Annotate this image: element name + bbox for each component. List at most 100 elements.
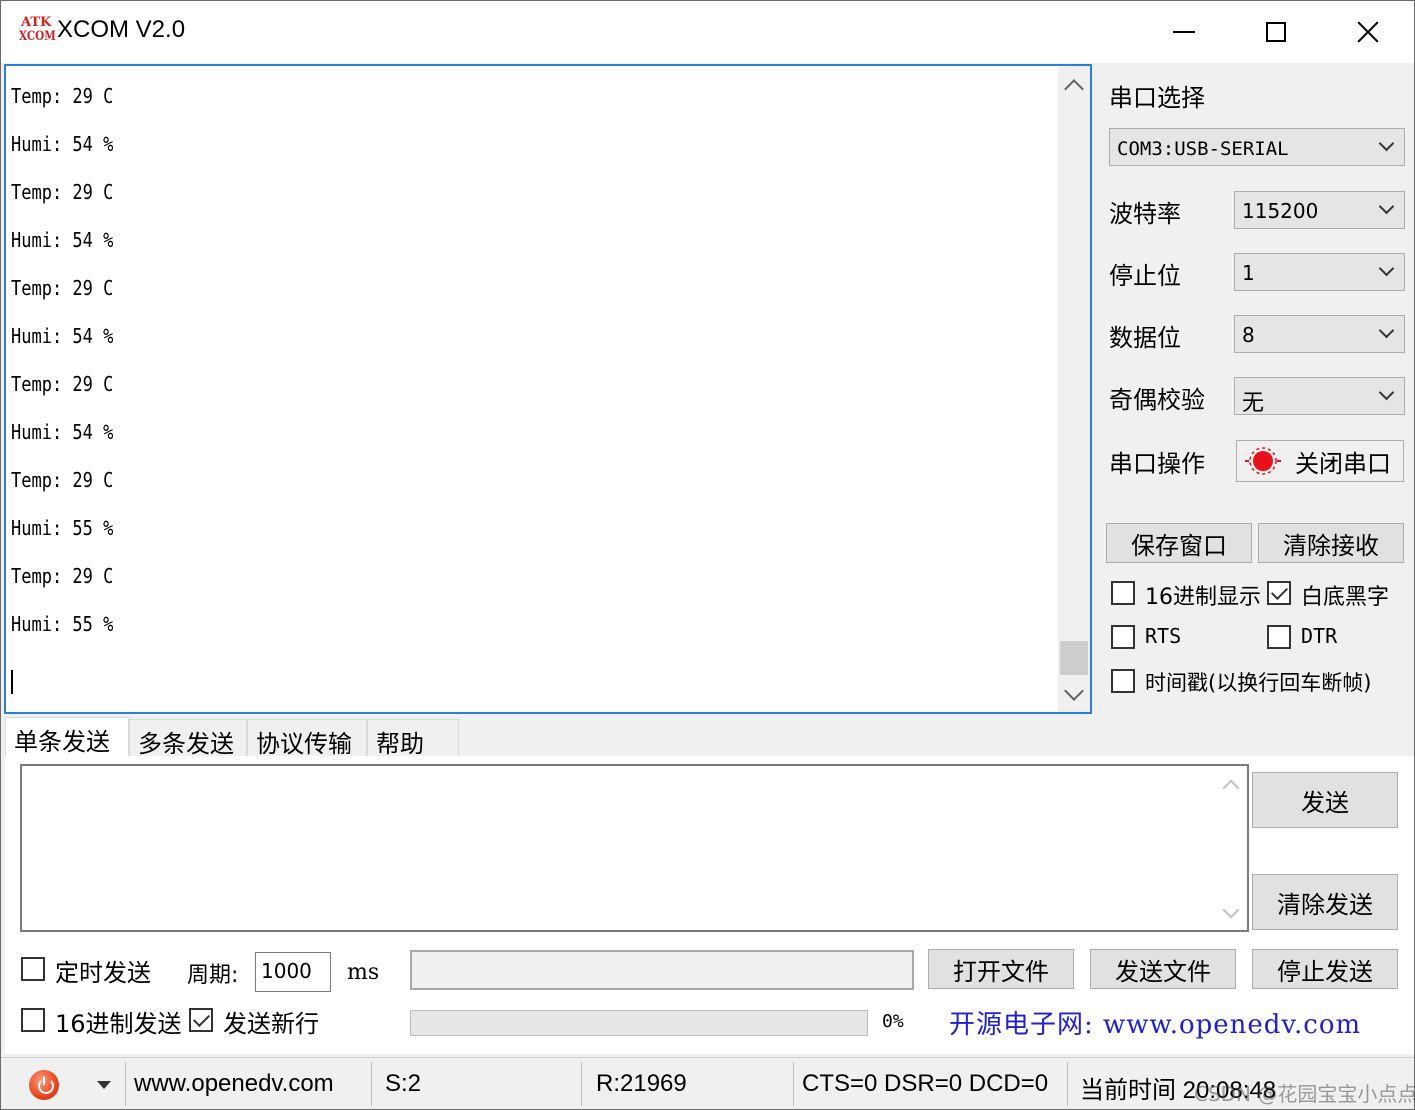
send-input[interactable] <box>20 764 1249 932</box>
status-separator <box>1067 1062 1068 1106</box>
send-progress-bar <box>410 1010 868 1036</box>
tab-multi-send[interactable]: 多条发送 <box>129 719 247 758</box>
receive-line: Humi: 54 % <box>11 420 114 444</box>
status-separator <box>125 1062 126 1106</box>
send-panel: 发送 清除发送 定时发送 周期: 1000 ms 打开文件 发送文件 停止发送 … <box>5 756 1414 1054</box>
status-separator <box>371 1062 372 1106</box>
hex-send-label: 16进制发送 <box>55 1010 182 1038</box>
receive-area[interactable]: Temp: 29 C Humi: 54 % Temp: 29 C Humi: 5… <box>4 64 1092 714</box>
xcom-logo-icon: ATK XCOM <box>19 15 56 47</box>
status-website-link[interactable]: www.openedv.com <box>134 1070 334 1098</box>
open-file-button[interactable]: 打开文件 <box>928 949 1074 989</box>
receive-line: Humi: 55 % <box>11 516 114 540</box>
window-title: XCOM V2.0 <box>57 16 186 43</box>
scrollbar-thumb[interactable] <box>1060 641 1088 675</box>
send-button[interactable]: 发送 <box>1252 772 1398 828</box>
rts-checkbox[interactable] <box>1111 625 1135 649</box>
tab-protocol[interactable]: 协议传输 <box>247 719 367 758</box>
port-select[interactable]: COM3:USB-SERIAL <box>1109 128 1405 166</box>
stop-bits-value: 1 <box>1242 261 1255 285</box>
port-select-label: 串口选择 <box>1109 84 1205 112</box>
close-icon <box>1356 20 1380 44</box>
clear-receive-button[interactable]: 清除接收 <box>1258 523 1404 563</box>
hex-display-label: 16进制显示 <box>1145 585 1261 610</box>
port-status-led-icon <box>1245 447 1281 475</box>
receive-line: Humi: 54 % <box>11 324 114 348</box>
white-black-label: 白底黑字 <box>1301 585 1390 610</box>
maximize-button[interactable] <box>1230 1 1322 63</box>
maximize-icon <box>1266 22 1286 42</box>
timestamp-checkbox[interactable] <box>1111 669 1135 693</box>
chevron-down-icon <box>1378 260 1395 277</box>
tab-help[interactable]: 帮助 <box>367 719 459 758</box>
stop-bits-select[interactable]: 1 <box>1234 253 1405 291</box>
received-count[interactable]: R:21969 <box>596 1070 687 1098</box>
minimize-icon <box>1173 31 1195 33</box>
send-newline-checkbox[interactable] <box>189 1008 213 1032</box>
parity-select[interactable]: 无 <box>1234 377 1405 416</box>
openedv-ad-link[interactable]: 开源电子网: www.openedv.com <box>927 1000 1401 1044</box>
port-select-value: COM3:USB-SERIAL <box>1117 138 1289 160</box>
scroll-down-icon[interactable] <box>1222 901 1240 919</box>
white-black-checkbox[interactable] <box>1267 581 1291 605</box>
settings-panel: 串口选择 COM3:USB-SERIAL 波特率 115200 停止位 1 数据… <box>1099 64 1414 714</box>
save-window-button[interactable]: 保存窗口 <box>1106 523 1252 563</box>
period-input[interactable]: 1000 <box>255 952 331 992</box>
timed-send-label: 定时发送 <box>55 959 151 987</box>
data-bits-value: 8 <box>1242 323 1255 347</box>
hex-send-checkbox[interactable] <box>21 1008 45 1032</box>
send-scrollbar[interactable] <box>1215 766 1247 930</box>
receive-line: Temp: 29 C <box>11 84 114 108</box>
receive-line: Temp: 29 C <box>11 468 114 492</box>
receive-scrollbar[interactable] <box>1058 66 1090 712</box>
timestamp-label: 时间戳(以换行回车断帧) <box>1145 671 1372 695</box>
port-operation-label: 串口操作 <box>1109 450 1205 478</box>
baud-rate-select[interactable]: 115200 <box>1234 191 1405 229</box>
dropdown-arrow-icon[interactable] <box>97 1081 111 1089</box>
power-icon[interactable] <box>29 1070 59 1100</box>
rts-label: RTS <box>1145 624 1182 648</box>
baud-rate-value: 115200 <box>1242 199 1319 223</box>
baud-rate-label: 波特率 <box>1109 200 1181 228</box>
stop-send-button[interactable]: 停止发送 <box>1252 949 1398 989</box>
dtr-checkbox[interactable] <box>1267 625 1291 649</box>
close-button[interactable] <box>1322 1 1414 63</box>
logo-bottom-text: XCOM <box>19 29 56 44</box>
send-newline-label: 发送新行 <box>223 1010 319 1038</box>
timed-send-checkbox[interactable] <box>21 957 45 981</box>
receive-line: Humi: 54 % <box>11 228 114 252</box>
title-bar[interactable]: ATK XCOM XCOM V2.0 <box>1 1 1414 63</box>
tab-single-send[interactable]: 单条发送 <box>5 717 129 759</box>
receive-line: Humi: 54 % <box>11 132 114 156</box>
chevron-down-icon <box>1378 384 1395 401</box>
sent-count[interactable]: S:2 <box>385 1070 421 1098</box>
receive-text: Temp: 29 C Humi: 54 % Temp: 29 C Humi: 5… <box>11 84 131 660</box>
file-path-field[interactable] <box>410 950 914 990</box>
status-separator <box>793 1062 794 1106</box>
clear-send-button[interactable]: 清除发送 <box>1252 874 1398 930</box>
dtr-label: DTR <box>1301 624 1338 648</box>
logo-top-text: ATK <box>21 15 52 30</box>
close-port-button[interactable]: 关闭串口 <box>1236 440 1404 482</box>
stop-bits-label: 停止位 <box>1109 262 1181 290</box>
xcom-window: ATK XCOM XCOM V2.0 Temp: 29 C Humi: 54 %… <box>0 0 1415 1110</box>
line-status: CTS=0 DSR=0 DCD=0 <box>802 1070 1049 1097</box>
scroll-up-icon[interactable] <box>1064 79 1084 99</box>
scroll-down-icon[interactable] <box>1064 681 1084 701</box>
status-bar: www.openedv.com S:2 R:21969 CTS=0 DSR=0 … <box>1 1057 1415 1109</box>
minimize-button[interactable] <box>1138 1 1230 63</box>
chevron-down-icon <box>1378 198 1395 215</box>
receive-line: Temp: 29 C <box>11 372 114 396</box>
scroll-up-icon[interactable] <box>1222 779 1240 797</box>
status-separator <box>581 1062 582 1106</box>
period-label: 周期: <box>187 963 239 988</box>
progress-text: 0% <box>882 1011 904 1032</box>
close-port-label: 关闭串口 <box>1295 449 1391 478</box>
chevron-down-icon <box>1378 322 1395 339</box>
receive-line: Temp: 29 C <box>11 180 114 204</box>
period-unit: ms <box>347 960 380 985</box>
csdn-watermark: CSDN @花园宝宝小点点 <box>1194 1082 1415 1106</box>
hex-display-checkbox[interactable] <box>1111 581 1135 605</box>
send-file-button[interactable]: 发送文件 <box>1090 949 1236 989</box>
data-bits-select[interactable]: 8 <box>1234 315 1405 353</box>
